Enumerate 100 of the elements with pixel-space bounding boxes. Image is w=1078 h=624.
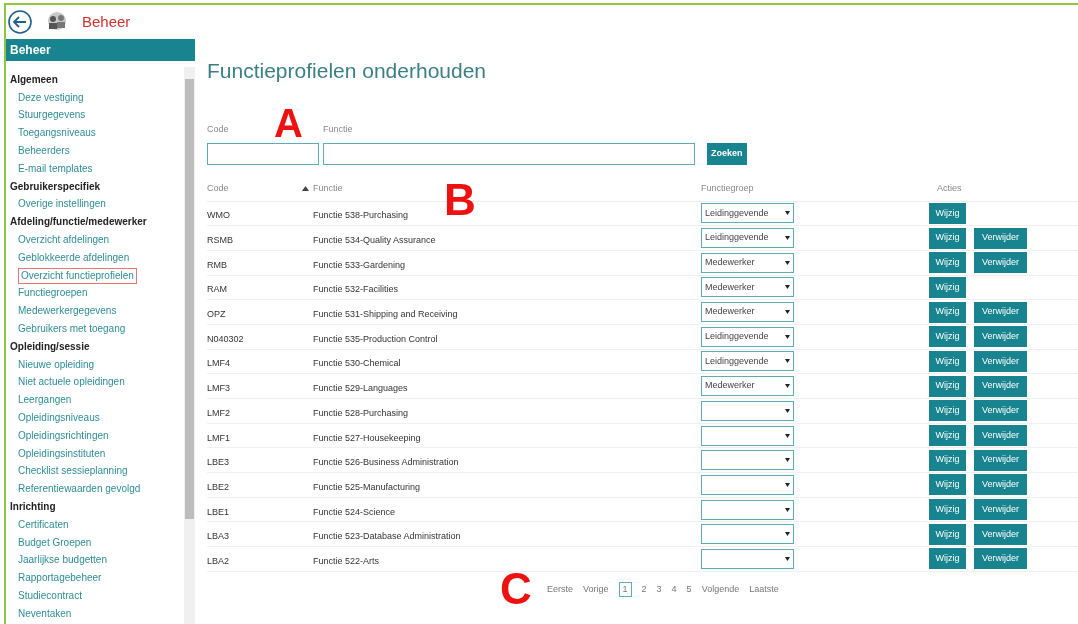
dropdown[interactable]: Medewerker bbox=[701, 302, 794, 323]
column-header[interactable]: Code bbox=[207, 181, 229, 196]
delete-button[interactable]: Verwijder bbox=[974, 252, 1027, 274]
table-cell: Functie 532-Facilities bbox=[313, 284, 399, 295]
pager-link[interactable]: Volgende bbox=[701, 582, 740, 597]
sidebar-link[interactable]: Jaarlijkse budgetten bbox=[18, 553, 107, 568]
sidebar-link[interactable]: Niet actuele opleidingen bbox=[18, 375, 125, 390]
page-link[interactable]: 2 bbox=[641, 582, 647, 597]
table-cell: RSMB bbox=[207, 235, 233, 246]
table-cell: Functie 525-Manufacturing bbox=[313, 481, 421, 492]
delete-button[interactable]: Verwijder bbox=[974, 523, 1027, 545]
delete-button[interactable]: Verwijder bbox=[974, 499, 1027, 521]
annotation-letter: A bbox=[274, 105, 303, 141]
page-link[interactable]: 4 bbox=[671, 582, 677, 597]
section-heading: Gebruikerspecifiek bbox=[10, 179, 102, 194]
delete-button[interactable]: Verwijder bbox=[974, 375, 1027, 397]
edit-button[interactable]: Wijzig bbox=[929, 202, 966, 224]
edit-button[interactable]: Wijzig bbox=[929, 227, 966, 249]
section-heading: Opleiding/sessie bbox=[10, 339, 91, 354]
sidebar-link[interactable]: Functiegroepen bbox=[18, 286, 88, 301]
sidebar-link[interactable]: Checklist sessieplanning bbox=[18, 464, 128, 479]
sidebar-link[interactable]: Opleidingsniveaus bbox=[18, 411, 100, 426]
table-cell: Functie 527-Housekeeping bbox=[313, 432, 421, 443]
pager-link[interactable]: Laatste bbox=[749, 582, 779, 597]
edit-button[interactable]: Wijzig bbox=[929, 548, 966, 570]
page-link[interactable]: 1 bbox=[618, 581, 632, 598]
table-cell: Functie 531-Shipping and Receiving bbox=[313, 309, 458, 320]
edit-button[interactable]: Wijzig bbox=[929, 326, 966, 348]
edit-button[interactable]: Wijzig bbox=[929, 276, 966, 298]
sidebar-link[interactable]: E-mail templates bbox=[18, 161, 93, 176]
sidebar-link[interactable]: Beheerders bbox=[18, 144, 70, 159]
table-cell: LBE3 bbox=[207, 457, 230, 468]
edit-button[interactable]: Wijzig bbox=[929, 425, 966, 447]
sidebar-link[interactable]: Opleidingsinstituten bbox=[18, 446, 106, 461]
sidebar-link[interactable]: Geblokkeerde afdelingen bbox=[18, 250, 130, 265]
delete-button[interactable]: Verwijder bbox=[974, 326, 1027, 348]
column-header[interactable]: Acties bbox=[937, 181, 962, 196]
table-cell: Functie 523-Database Administration bbox=[313, 531, 461, 542]
dropdown[interactable]: Medewerker bbox=[701, 277, 794, 298]
sidebar-link[interactable]: Leergangen bbox=[18, 393, 72, 408]
delete-button[interactable]: Verwijder bbox=[974, 548, 1027, 570]
table-cell: Functie 534-Quality Assurance bbox=[313, 235, 436, 246]
dropdown[interactable]: Leidinggevende bbox=[701, 351, 794, 372]
delete-button[interactable]: Verwijder bbox=[974, 474, 1027, 496]
dropdown[interactable]: Medewerker bbox=[701, 252, 794, 273]
sidebar-link[interactable]: Opleidingsrichtingen bbox=[18, 428, 109, 443]
sidebar-link[interactable]: Overzicht afdelingen bbox=[18, 233, 110, 248]
edit-button[interactable]: Wijzig bbox=[929, 350, 966, 372]
annotation-letter: B bbox=[444, 178, 476, 222]
sidebar-link[interactable]: Neventaken bbox=[18, 606, 72, 621]
edit-button[interactable]: Wijzig bbox=[929, 474, 966, 496]
dropdown[interactable]: Leidinggevende bbox=[701, 326, 794, 347]
edit-button[interactable]: Wijzig bbox=[929, 252, 966, 274]
sidebar-link[interactable]: Nieuwe opleiding bbox=[18, 357, 95, 372]
section-heading: Algemeen bbox=[10, 73, 59, 87]
page-link[interactable]: 3 bbox=[656, 582, 662, 597]
sidebar-link[interactable]: Toegangsniveaus bbox=[18, 126, 96, 141]
edit-button[interactable]: Wijzig bbox=[929, 499, 966, 521]
search-button[interactable]: Zoeken bbox=[707, 142, 747, 165]
dropdown[interactable]: Leidinggevende bbox=[701, 228, 794, 249]
sidebar-link[interactable]: Referentiewaarden gevolgd bbox=[18, 482, 141, 497]
pager-link[interactable]: Eerste bbox=[547, 582, 573, 597]
sidebar-link[interactable]: Deze vestiging bbox=[18, 90, 84, 105]
edit-button[interactable]: Wijzig bbox=[929, 523, 966, 545]
table-cell: LMF1 bbox=[207, 432, 230, 443]
edit-button[interactable]: Wijzig bbox=[929, 400, 966, 422]
column-header[interactable]: Functiegroep bbox=[701, 181, 754, 196]
sidebar-link[interactable]: Stuurgegevens bbox=[18, 108, 86, 123]
edit-button[interactable]: Wijzig bbox=[929, 375, 966, 397]
app-title: Beheer bbox=[82, 11, 131, 32]
delete-button[interactable]: Verwijder bbox=[974, 449, 1027, 471]
annotation-letter: C bbox=[500, 567, 532, 611]
table-cell: Functie 522-Arts bbox=[313, 555, 380, 566]
table-cell: N040302 bbox=[207, 333, 244, 344]
sidebar-link[interactable]: Medewerkergegevens bbox=[18, 304, 117, 319]
sidebar-link[interactable]: Overige instellingen bbox=[18, 197, 106, 212]
edit-button[interactable]: Wijzig bbox=[929, 449, 966, 471]
edit-button[interactable]: Wijzig bbox=[929, 301, 966, 323]
delete-button[interactable]: Verwijder bbox=[974, 350, 1027, 372]
dropdown[interactable]: Medewerker bbox=[701, 376, 794, 397]
delete-button[interactable]: Verwijder bbox=[974, 400, 1027, 422]
sidebar-link[interactable]: Studiecontract bbox=[18, 589, 82, 603]
delete-button[interactable]: Verwijder bbox=[974, 301, 1027, 323]
sidebar-link[interactable]: Gebruikers met toegang bbox=[18, 322, 126, 337]
sidebar-link[interactable]: Certificaten bbox=[18, 517, 69, 532]
column-header[interactable]: Functie bbox=[313, 181, 343, 196]
dropdown[interactable]: Leidinggevende bbox=[701, 203, 794, 224]
page-link[interactable]: 5 bbox=[686, 582, 692, 597]
table-cell: OPZ bbox=[207, 309, 226, 320]
pager-link[interactable]: Vorige bbox=[583, 582, 609, 597]
table-cell: Functie 524-Science bbox=[313, 506, 396, 517]
field-label: Functie bbox=[323, 123, 354, 136]
table-cell: LBA3 bbox=[207, 531, 230, 542]
sidebar-link[interactable]: Overzicht functieprofielen bbox=[18, 267, 137, 284]
sidebar-link[interactable]: Rapportagebeheer bbox=[18, 571, 102, 586]
table-cell: Functie 530-Chemical bbox=[313, 358, 401, 369]
sidebar-link[interactable]: Budget Groepen bbox=[18, 535, 92, 550]
delete-button[interactable]: Verwijder bbox=[974, 227, 1027, 249]
delete-button[interactable]: Verwijder bbox=[974, 425, 1027, 447]
table-cell: LBA2 bbox=[207, 555, 230, 566]
